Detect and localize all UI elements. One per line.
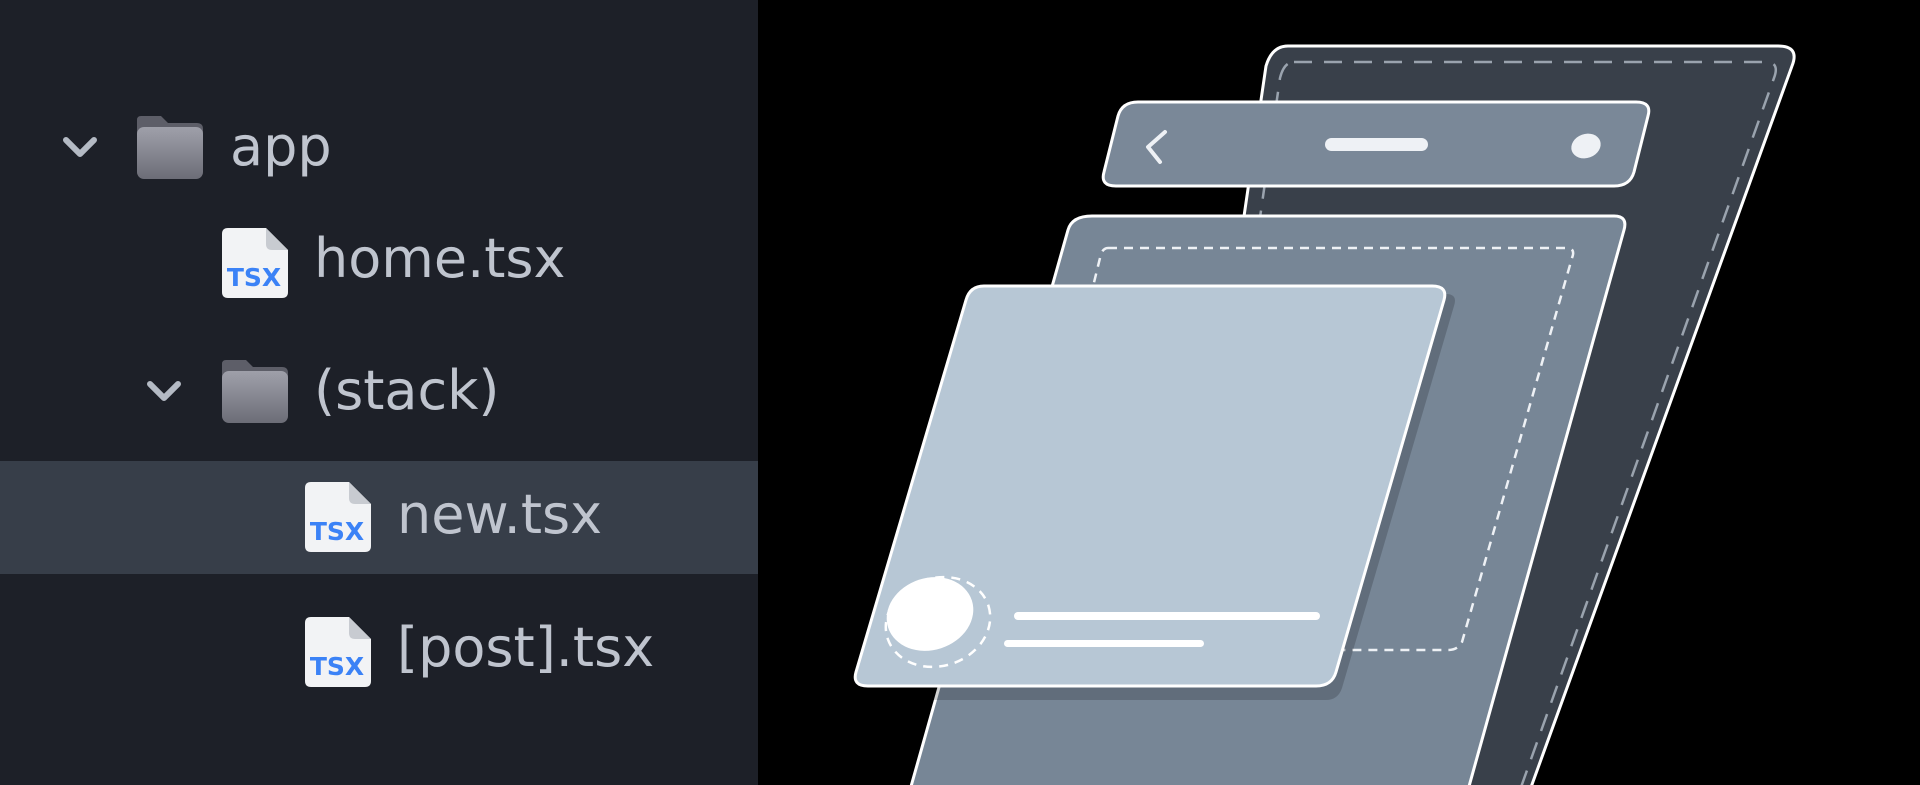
file-explorer-sidebar: app TSX home.tsx (stack) TSX new.tsx TSX… <box>0 0 758 785</box>
stacked-screens-graphic <box>853 44 1796 785</box>
tsx-badge: TSX <box>310 517 364 546</box>
tree-item-label: new.tsx <box>397 483 603 546</box>
tree-item-label: home.tsx <box>314 227 566 290</box>
chevron-down-icon[interactable] <box>58 125 102 169</box>
tree-item-home-tsx[interactable]: TSX home.tsx <box>0 204 758 314</box>
tsx-file-icon: TSX <box>222 228 288 298</box>
folder-icon <box>137 116 203 179</box>
tsx-file-icon: TSX <box>305 617 371 687</box>
tree-item-stack-folder[interactable]: (stack) <box>0 336 758 446</box>
tsx-file-icon: TSX <box>305 482 371 552</box>
tree-item-label: app <box>230 115 332 178</box>
tree-item-app-folder[interactable]: app <box>0 92 758 202</box>
header-title-pill <box>1325 138 1428 151</box>
tsx-badge: TSX <box>310 652 364 681</box>
chevron-down-icon[interactable] <box>142 369 186 413</box>
folder-icon <box>222 360 288 423</box>
tree-item-new-tsx[interactable]: TSX new.tsx <box>0 461 758 574</box>
tree-item-post-tsx[interactable]: TSX [post].tsx <box>0 593 758 703</box>
card-text-line-1 <box>1014 612 1320 620</box>
stack-navigation-illustration <box>758 0 1920 785</box>
tree-item-label: [post].tsx <box>397 616 655 679</box>
tsx-badge: TSX <box>227 263 281 292</box>
card-text-line-2 <box>1004 640 1204 647</box>
tree-item-label: (stack) <box>314 359 500 422</box>
